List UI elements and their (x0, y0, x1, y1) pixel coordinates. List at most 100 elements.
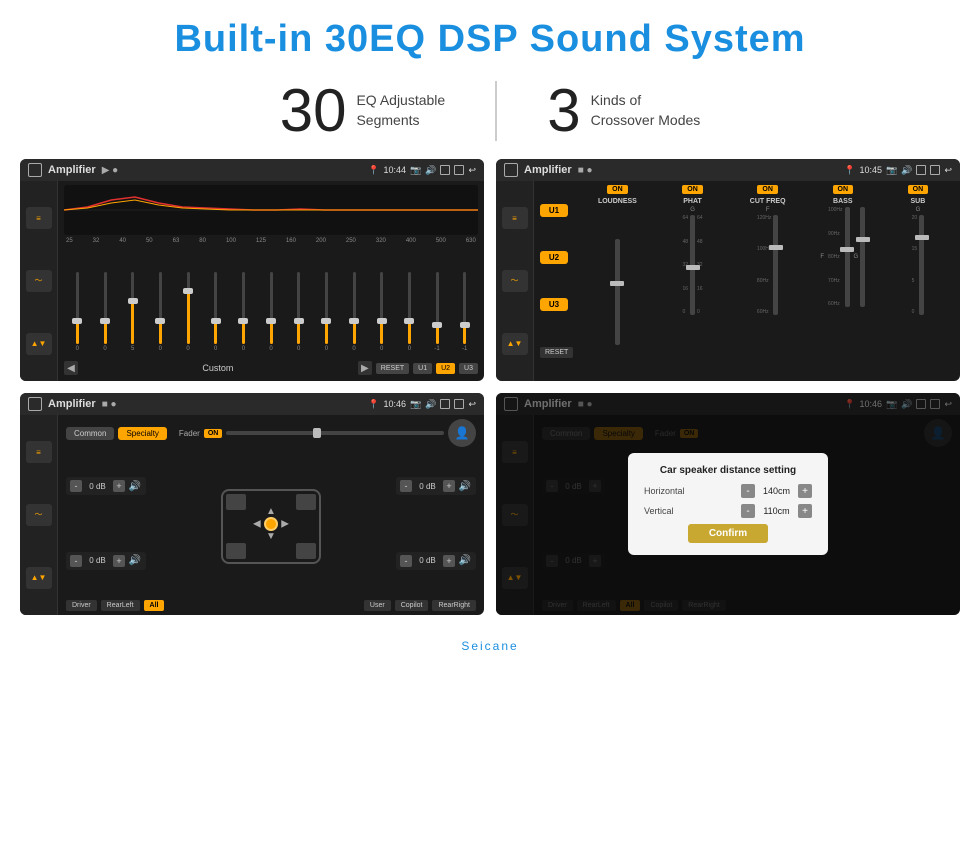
db2-minus-btn[interactable]: - (70, 555, 82, 567)
sp-sidebar-vol-btn[interactable]: ▲▼ (26, 567, 52, 589)
sp-db-control-3: - 0 dB + 🔊 (396, 477, 476, 495)
eq-slider-13[interactable]: 0 (396, 272, 423, 352)
fader-on-btn[interactable]: ON (204, 429, 223, 438)
cx-sidebar-vol-btn[interactable]: ▲▼ (502, 333, 528, 355)
avatar-btn[interactable]: 👤 (448, 419, 476, 447)
db1-plus-btn[interactable]: + (113, 480, 125, 492)
dialog-vertical-control: - 110cm + (741, 504, 812, 518)
sp-all-btn[interactable]: All (144, 600, 165, 611)
cx-sidebar-wave-btn[interactable]: 〜 (502, 270, 528, 292)
eq-reset-btn[interactable]: RESET (376, 363, 409, 374)
stats-row: 30 EQ Adjustable Segments 3 Kinds of Cro… (0, 81, 980, 141)
eq-slider-1[interactable]: 0 (64, 272, 91, 352)
cx-location-icon: 📍 (844, 165, 855, 176)
sidebar-vol-btn[interactable]: ▲▼ (26, 333, 52, 355)
cx-loudness-on[interactable]: ON (607, 185, 628, 194)
stat-crossover-number: 3 (547, 81, 580, 141)
cx-sub-on[interactable]: ON (908, 185, 929, 194)
cx-minimize-icon[interactable] (930, 165, 940, 175)
cx-bass-on[interactable]: ON (833, 185, 854, 194)
sp-home-icon[interactable] (28, 397, 42, 411)
sp-specialty-tab[interactable]: Specialty (118, 427, 166, 440)
eq-slider-15[interactable]: -1 (451, 272, 478, 352)
horizontal-minus-btn[interactable]: - (741, 484, 755, 498)
cx-back-icon[interactable]: ↩ (944, 165, 952, 176)
eq-slider-14[interactable]: -1 (424, 272, 451, 352)
eq-slider-8[interactable]: 0 (258, 272, 285, 352)
horizontal-plus-btn[interactable]: + (798, 484, 812, 498)
cx-u3-btn[interactable]: U3 (540, 298, 568, 311)
sp-topbar-left: Amplifier ■ ● (28, 397, 117, 411)
cx-cutfreq-on[interactable]: ON (757, 185, 778, 194)
sidebar-eq-btn[interactable]: ≡ (26, 207, 52, 229)
arrow-right[interactable]: ▶ (281, 518, 289, 529)
eq-slider-3[interactable]: 5 (119, 272, 146, 352)
arrow-left[interactable]: ◀ (253, 518, 261, 529)
db2-plus-btn[interactable]: + (113, 555, 125, 567)
eq-slider-6[interactable]: 0 (202, 272, 229, 352)
sidebar-wave-btn[interactable]: 〜 (26, 270, 52, 292)
sp-close-icon[interactable] (440, 399, 450, 409)
eq-slider-10[interactable]: 0 (313, 272, 340, 352)
eq-slider-11[interactable]: 0 (341, 272, 368, 352)
cx-sidebar-eq-btn[interactable]: ≡ (502, 207, 528, 229)
stat-eq: 30 EQ Adjustable Segments (230, 81, 497, 141)
sp-topbar: Amplifier ■ ● 📍 10:46 📷 🔊 ↩ (20, 393, 484, 415)
db3-minus-btn[interactable]: - (400, 480, 412, 492)
sp-driver-btn[interactable]: Driver (66, 600, 97, 611)
sp-back-icon[interactable]: ↩ (468, 399, 476, 410)
sp-copilot-btn[interactable]: Copilot (395, 600, 429, 611)
sp-rearleft-btn[interactable]: RearLeft (101, 600, 140, 611)
eq-slider-2[interactable]: 0 (92, 272, 119, 352)
sp-content: ≡ 〜 ▲▼ Common Specialty Fader ON (20, 415, 484, 615)
sp-rearright-btn[interactable]: RearRight (432, 600, 476, 611)
eq-u2-btn[interactable]: U2 (436, 363, 455, 374)
fader-track[interactable] (226, 431, 444, 435)
home-icon[interactable] (28, 163, 42, 177)
cx-u-btns: U1 U2 U3 RESET (540, 185, 573, 377)
cx-reset-btn[interactable]: RESET (540, 347, 573, 358)
eq-u3-btn[interactable]: U3 (459, 363, 478, 374)
sp-control-grid: - 0 dB + 🔊 - 0 dB + 🔊 (66, 451, 476, 596)
vertical-minus-btn[interactable]: - (741, 504, 755, 518)
eq-u1-btn[interactable]: U1 (413, 363, 432, 374)
sp-common-tab[interactable]: Common (66, 427, 114, 440)
db4-value: 0 dB (415, 556, 440, 565)
cx-close-icon[interactable] (916, 165, 926, 175)
fader-label: Fader (179, 429, 200, 438)
db4-minus-btn[interactable]: - (400, 555, 412, 567)
db3-plus-btn[interactable]: + (443, 480, 455, 492)
cx-phat-on[interactable]: ON (682, 185, 703, 194)
fader-thumb[interactable] (313, 428, 321, 438)
eq-slider-4[interactable]: 0 (147, 272, 174, 352)
db1-minus-btn[interactable]: - (70, 480, 82, 492)
back-icon[interactable]: ↩ (468, 165, 476, 176)
arrow-down[interactable]: ▼ (266, 531, 276, 542)
eq-prev-btn[interactable]: ◀ (64, 361, 78, 375)
arrow-up[interactable]: ▲ (266, 506, 276, 517)
eq-next-btn[interactable]: ▶ (358, 361, 372, 375)
sp-user-btn[interactable]: User (364, 600, 391, 611)
vertical-plus-btn[interactable]: + (798, 504, 812, 518)
eq-slider-7[interactable]: 0 (230, 272, 257, 352)
dialog-screen: Amplifier ■ ● 📍 10:46 📷 🔊 ↩ ≡ 〜 ▲▼ (496, 393, 960, 615)
vertical-value: 110cm (759, 506, 794, 516)
cx-home-icon[interactable] (504, 163, 518, 177)
close-icon[interactable] (440, 165, 450, 175)
sp-sidebar-wave-btn[interactable]: 〜 (26, 504, 52, 526)
eq-curve-svg (64, 185, 478, 235)
eq-slider-12[interactable]: 0 (368, 272, 395, 352)
eq-slider-9[interactable]: 0 (285, 272, 312, 352)
sp-tabs-row: Common Specialty Fader ON 👤 (66, 419, 476, 447)
cx-u2-btn[interactable]: U2 (540, 251, 568, 264)
sp-sidebar-eq-btn[interactable]: ≡ (26, 441, 52, 463)
db4-plus-btn[interactable]: + (443, 555, 455, 567)
sp-minimize-icon[interactable] (454, 399, 464, 409)
car-center-marker (264, 517, 278, 531)
eq-slider-5[interactable]: 0 (175, 272, 202, 352)
cx-u1-btn[interactable]: U1 (540, 204, 568, 217)
cx-bass-name: BASS (833, 198, 852, 205)
confirm-button[interactable]: Confirm (688, 524, 768, 543)
minimize-icon[interactable] (454, 165, 464, 175)
eq-topbar-left: Amplifier ▶ ● (28, 163, 118, 177)
